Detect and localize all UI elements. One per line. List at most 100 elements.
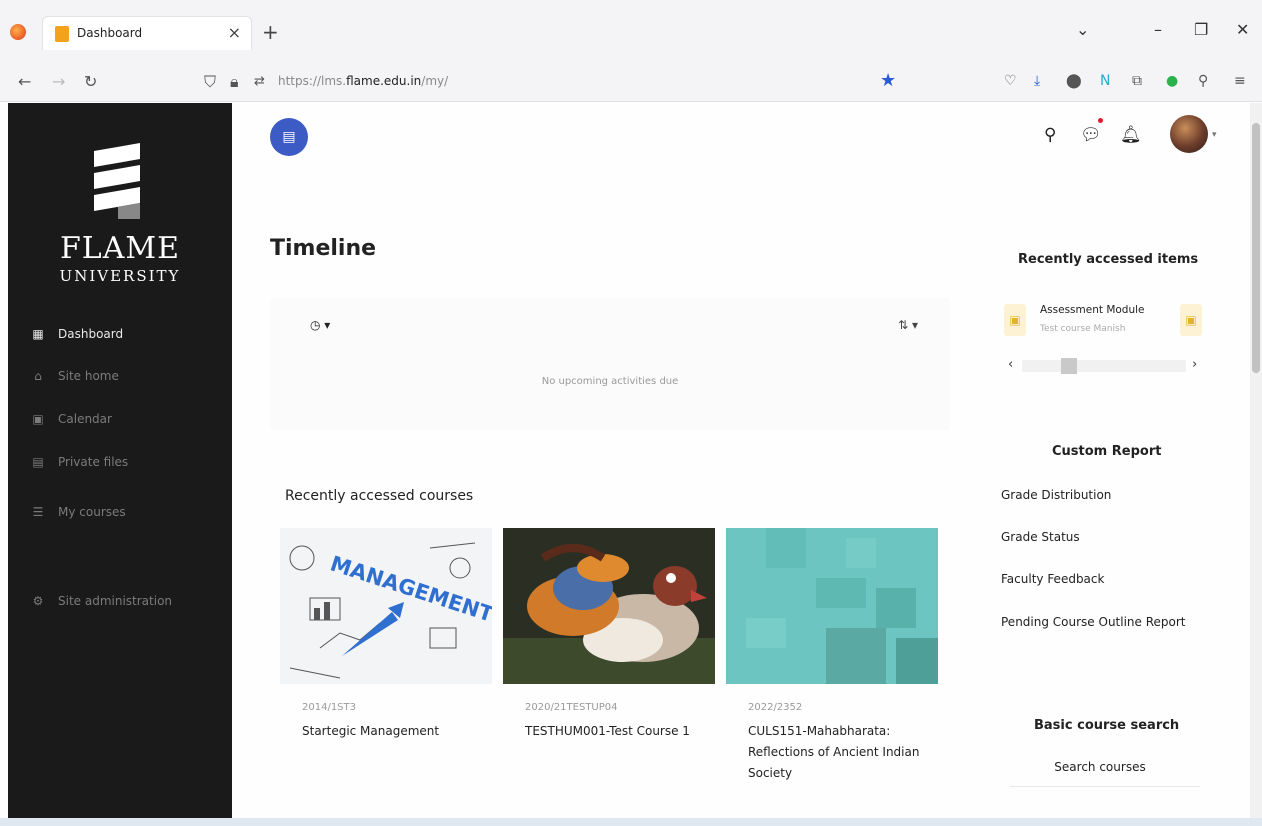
gear-icon: ⚙ [32,594,44,608]
recent-item[interactable]: ▣ Assessment Module Test course Manish ▣ [1004,300,1204,340]
url-bar[interactable]: https://lms.flame.edu.in/my/ [278,74,448,88]
download-icon[interactable]: ⤓ [1034,73,1040,89]
home-icon: ⌂ [34,369,42,383]
sidebar-item-label: Private files [58,455,129,469]
url-suffix: /my/ [421,74,449,88]
tab-list-chevron-icon[interactable]: ⌄ [1076,20,1089,39]
tab-close-icon[interactable]: × [228,23,241,42]
recent-items-title: Recently accessed items [1018,252,1199,267]
timeline-panel: ◷ ▾ ⇅ ▾ No upcoming activities due [270,298,950,430]
assessment-module-icon: ▣ [1180,304,1202,336]
tab-title: Dashboard [77,26,143,40]
browser-tab-bar: Dashboard × + ⌄ – ❐ ✕ [0,0,1262,62]
hamburger-menu-icon[interactable]: ≡ [1234,73,1246,89]
extension-green-icon[interactable]: ● [1166,73,1178,89]
flame-favicon-icon [55,26,69,42]
course-code: 2022/2352 [748,702,803,713]
course-search-title: Basic course search [1034,718,1180,733]
course-code: 2020/21TESTUP04 [525,702,618,713]
recent-item-name[interactable]: Assessment Module [1040,304,1145,316]
pocket-icon[interactable]: ♡ [1004,73,1017,89]
os-taskbar [0,818,1262,826]
bookmark-star-icon[interactable]: ★ [880,70,896,91]
user-avatar[interactable] [1170,115,1208,153]
sidebar-item-private-files[interactable]: ▤ Private files [30,451,128,473]
timeline-title: Timeline [270,236,377,261]
course-name[interactable]: TESTHUM001-Test Course 1 [525,721,705,742]
carousel-next-icon[interactable]: › [1192,357,1197,372]
browser-nav-bar: ← → ↻ ⛉ 🔒︎ ⇄ https://lms.flame.edu.in/my… [0,62,1262,102]
screen: Dashboard × + ⌄ – ❐ ✕ ← → ↻ ⛉ 🔒︎ ⇄ https… [0,0,1262,826]
sidebar-item-label: Site administration [58,594,173,608]
report-link-grade-distribution[interactable]: Grade Distribution [1001,488,1111,502]
course-thumbnail-mandarin-duck[interactable] [503,528,715,684]
recent-courses-title: Recently accessed courses [285,488,474,504]
sidebar-item-my-courses[interactable]: ☰ My courses [30,501,126,523]
sidebar-item-dashboard[interactable]: ▦ Dashboard [30,323,123,345]
sidebar: FLAME UNIVERSITY ▦ Dashboard ⌂ Site home… [8,103,232,818]
sidebar-item-site-administration[interactable]: ⚙ Site administration [30,590,172,612]
recent-item-course: Test course Manish [1040,324,1126,334]
brand-name: FLAME [59,231,181,266]
sidebar-item-calendar[interactable]: ▣ Calendar [30,408,112,430]
course-thumbnail-pattern[interactable] [726,528,938,684]
user-menu-caret-icon[interactable]: ▾ [1212,130,1217,140]
messages-icon[interactable]: 💬︎ [1080,125,1102,145]
url-prefix: https://lms. [278,74,347,88]
custom-report-title: Custom Report [1052,444,1162,459]
timeline-sort-dropdown[interactable]: ⇅ ▾ [898,318,918,332]
restore-icon[interactable]: ❐ [1194,20,1208,39]
dashboard-icon: ▦ [32,327,44,341]
reload-icon[interactable]: ↻ [84,72,97,91]
carousel-scrollbar[interactable] [1022,360,1186,372]
flame-logo-icon [94,143,140,219]
page-scroll-thumb[interactable] [1252,123,1260,373]
permissions-icon[interactable]: ⇄ [254,74,265,89]
timeline-filter-dropdown[interactable]: ◷ ▾ [310,318,330,332]
files-icon: ▤ [32,455,44,469]
course-name[interactable]: Startegic Management [302,721,482,742]
extension-circle-icon[interactable]: ⬤ [1066,73,1082,89]
bell-icon[interactable]: 🔔︎ [1120,125,1142,145]
carousel-scroll-thumb[interactable] [1061,358,1077,374]
course-card[interactable]: MANAGEMENT 2014/1ST3 Startegic Managemen… [280,528,492,742]
minimize-icon[interactable]: – [1154,20,1162,39]
report-link-faculty-feedback[interactable]: Faculty Feedback [1001,572,1104,586]
close-window-icon[interactable]: ✕ [1236,20,1249,39]
carousel-prev-icon[interactable]: ‹ [1008,357,1013,372]
forward-arrow-icon[interactable]: → [52,72,65,91]
search-courses-link[interactable]: Search courses [1040,760,1160,774]
report-link-pending-course-outline[interactable]: Pending Course Outline Report [1001,615,1186,629]
firefox-icon[interactable] [10,24,26,40]
calendar-icon: ▣ [32,412,44,426]
drawer-toggle-button[interactable]: ▤ [270,118,308,156]
course-card[interactable]: 2020/21TESTUP04 TESTHUM001-Test Course 1 [503,528,715,742]
back-arrow-icon[interactable]: ← [18,72,31,91]
sidebar-item-site-home[interactable]: ⌂ Site home [30,365,119,387]
timeline-empty-message: No upcoming activities due [541,376,679,387]
search-icon[interactable]: ⚲ [1044,125,1056,145]
puzzle-icon[interactable]: ⚲ [1198,73,1208,89]
shield-icon[interactable]: ⛉ [204,72,216,92]
new-tab-button[interactable]: + [262,20,279,44]
browser-tab-dashboard[interactable]: Dashboard × [42,16,252,50]
crop-icon[interactable]: ⧉ [1132,73,1142,89]
courses-icon: ☰ [32,505,44,519]
sidebar-item-label: Site home [58,369,119,383]
course-card[interactable]: 2022/2352 CULS151-Mahabharata: Reflectio… [726,528,938,784]
url-domain: flame.edu.in [346,74,422,88]
search-divider [1010,786,1200,787]
sidebar-item-label: My courses [58,505,126,519]
course-name[interactable]: CULS151-Mahabharata: Reflections of Anci… [748,721,928,784]
brand-subtitle: UNIVERSITY [59,267,181,285]
lock-icon[interactable]: 🔒︎ [230,72,239,92]
sidebar-item-label: Calendar [58,412,112,426]
report-link-grade-status[interactable]: Grade Status [1001,530,1080,544]
course-thumbnail-management[interactable]: MANAGEMENT [280,528,492,684]
message-notification-dot [1098,118,1103,123]
sidebar-item-label: Dashboard [58,327,124,341]
course-code: 2014/1ST3 [302,702,356,713]
extension-n-icon[interactable]: N [1100,73,1110,89]
assessment-module-icon: ▣ [1004,304,1026,336]
page-scrollbar[interactable] [1250,103,1262,818]
